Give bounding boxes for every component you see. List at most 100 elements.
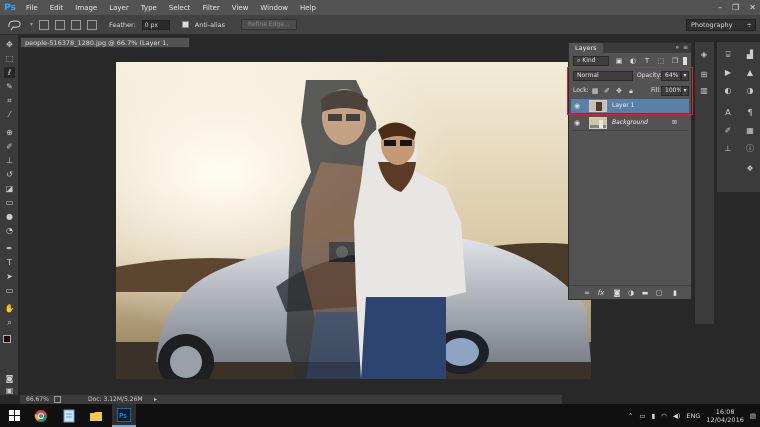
- crop-tool-icon[interactable]: ⌗: [4, 95, 15, 106]
- menu-layer[interactable]: Layer: [103, 4, 135, 12]
- folder-icon[interactable]: ▬: [641, 289, 649, 297]
- workspace-select[interactable]: Photography: [686, 19, 756, 31]
- filter-adjustment-icon[interactable]: ◐: [629, 57, 637, 65]
- close-button[interactable]: ✕: [749, 3, 756, 12]
- eyedropper-tool-icon[interactable]: ⁄: [4, 109, 15, 120]
- windows-start-icon[interactable]: [8, 409, 22, 423]
- minimize-button[interactable]: –: [718, 3, 722, 12]
- type-tool-icon[interactable]: T: [4, 257, 15, 268]
- new-layer-icon[interactable]: ▢: [655, 289, 663, 297]
- link-icon[interactable]: ∞: [583, 289, 591, 297]
- info-icon[interactable]: ⓘ: [745, 144, 755, 154]
- status-menu-arrow-icon[interactable]: ▸: [154, 395, 157, 404]
- color-icon[interactable]: ◑: [745, 86, 755, 96]
- brush-presets-icon[interactable]: ✐: [723, 126, 733, 136]
- battery-icon[interactable]: ▮: [652, 412, 656, 420]
- clone-stamp-tool-icon[interactable]: ⊥: [4, 155, 15, 166]
- filter-kind-select[interactable]: ⌕ Kind: [573, 56, 609, 66]
- swatches-icon[interactable]: ▦: [745, 126, 755, 136]
- filter-type-icon[interactable]: T: [643, 57, 651, 65]
- menu-select[interactable]: Select: [163, 4, 197, 12]
- anti-alias-checkbox[interactable]: [181, 21, 189, 28]
- zoom-level[interactable]: 66.67%: [26, 395, 49, 404]
- blur-tool-icon[interactable]: ●: [4, 211, 15, 222]
- wifi-icon[interactable]: ◠: [661, 412, 667, 420]
- layer-row-background[interactable]: ◉ Background ⊠: [571, 116, 689, 131]
- layers-tab[interactable]: Layers: [569, 43, 603, 53]
- dodge-tool-icon[interactable]: ◔: [4, 225, 15, 236]
- marquee-tool-icon[interactable]: ⬚: [4, 53, 15, 64]
- filter-toggle-icon[interactable]: [683, 57, 687, 65]
- screen-mode-icon[interactable]: ▣: [4, 385, 15, 396]
- fx-icon[interactable]: fx: [597, 289, 605, 297]
- properties-icon[interactable]: ⊞: [699, 70, 709, 80]
- move-tool-icon[interactable]: ✥: [4, 39, 15, 50]
- clock[interactable]: 16:08 12/04/2016: [706, 408, 743, 424]
- subtract-selection-icon[interactable]: [71, 19, 82, 30]
- trash-icon[interactable]: ▮: [671, 289, 679, 297]
- healing-tool-icon[interactable]: ⊕: [4, 127, 15, 138]
- menu-filter[interactable]: Filter: [196, 4, 225, 12]
- brush-tool-icon[interactable]: ✐: [4, 141, 15, 152]
- eraser-tool-icon[interactable]: ◪: [4, 183, 15, 194]
- layers-stack-icon[interactable]: ◈: [699, 50, 709, 60]
- canvas-image[interactable]: [116, 62, 591, 379]
- feather-input[interactable]: 0 px: [141, 19, 170, 30]
- history-brush-tool-icon[interactable]: ↺: [4, 169, 15, 180]
- document-tab[interactable]: people-516378_1280.jpg @ 66.7% (Layer 1,…: [20, 37, 190, 57]
- filter-pixel-icon[interactable]: ▣: [615, 57, 623, 65]
- lasso-tool-icon[interactable]: ℓ: [4, 67, 15, 78]
- add-selection-icon[interactable]: [55, 19, 66, 30]
- mask-icon[interactable]: ◙: [613, 289, 621, 297]
- refine-edge-button[interactable]: Refine Edge...: [241, 19, 297, 30]
- volume-icon[interactable]: ◀): [673, 412, 681, 420]
- menu-window[interactable]: Window: [254, 4, 294, 12]
- tray-chevron-icon[interactable]: ⌃: [628, 412, 633, 420]
- menu-edit[interactable]: Edit: [44, 4, 70, 12]
- styles-icon[interactable]: ❖: [745, 164, 755, 174]
- menu-view[interactable]: View: [226, 4, 255, 12]
- photoshop-taskbar-button[interactable]: Ps: [112, 404, 136, 427]
- menu-image[interactable]: Image: [69, 4, 103, 12]
- pen-tool-icon[interactable]: ✒: [4, 243, 15, 254]
- quick-mask-icon[interactable]: ◙: [4, 373, 15, 384]
- maximize-button[interactable]: ❐: [732, 3, 739, 12]
- clone-source-icon[interactable]: ⊥: [723, 144, 733, 154]
- collapse-panel-icon[interactable]: »: [675, 44, 679, 51]
- foreground-color-swatch[interactable]: [3, 335, 11, 343]
- history-icon[interactable]: ⌸: [723, 50, 733, 60]
- panel-menu-icon[interactable]: ≡: [683, 44, 688, 51]
- histogram-icon[interactable]: ▥: [699, 86, 709, 96]
- intersect-selection-icon[interactable]: [87, 19, 98, 30]
- zoom-tool-icon[interactable]: ⌕: [4, 317, 15, 328]
- language-indicator[interactable]: ENG: [686, 412, 700, 420]
- network-icon[interactable]: ▭: [639, 412, 645, 420]
- menu-type[interactable]: Type: [135, 4, 163, 12]
- notepad-icon[interactable]: [62, 409, 76, 423]
- paragraph-icon[interactable]: ¶: [745, 108, 755, 118]
- lasso-tool-icon[interactable]: [6, 19, 24, 31]
- hand-tool-icon[interactable]: ✋: [4, 303, 15, 314]
- layer-visibility-eye-icon[interactable]: ◉: [574, 119, 582, 127]
- menu-file[interactable]: File: [20, 4, 44, 12]
- adjustment-icon[interactable]: ◑: [627, 289, 635, 297]
- actions-icon[interactable]: ▶: [723, 68, 733, 78]
- shape-tool-icon[interactable]: ▭: [4, 285, 15, 296]
- layer-name[interactable]: Background: [612, 119, 648, 127]
- navigator-icon[interactable]: ▲: [745, 68, 755, 78]
- gradient-tool-icon[interactable]: ▭: [4, 197, 15, 208]
- menu-help[interactable]: Help: [294, 4, 322, 12]
- new-selection-icon[interactable]: [39, 19, 50, 30]
- filter-smart-object-icon[interactable]: ❐: [671, 57, 679, 65]
- histogram-panel-icon[interactable]: ▟: [745, 50, 755, 60]
- notifications-icon[interactable]: ▤: [750, 412, 756, 420]
- tool-preset-chevron-icon[interactable]: ▾: [30, 21, 33, 28]
- file-explorer-icon[interactable]: [89, 409, 103, 423]
- status-info-icon[interactable]: [54, 396, 61, 403]
- character-icon[interactable]: A: [723, 108, 733, 118]
- quick-select-tool-icon[interactable]: ✎: [4, 81, 15, 92]
- filter-shape-icon[interactable]: ⬚: [657, 57, 665, 65]
- chrome-icon[interactable]: [34, 409, 48, 423]
- path-select-tool-icon[interactable]: ➤: [4, 271, 15, 282]
- adjustments-icon[interactable]: ◐: [723, 86, 733, 96]
